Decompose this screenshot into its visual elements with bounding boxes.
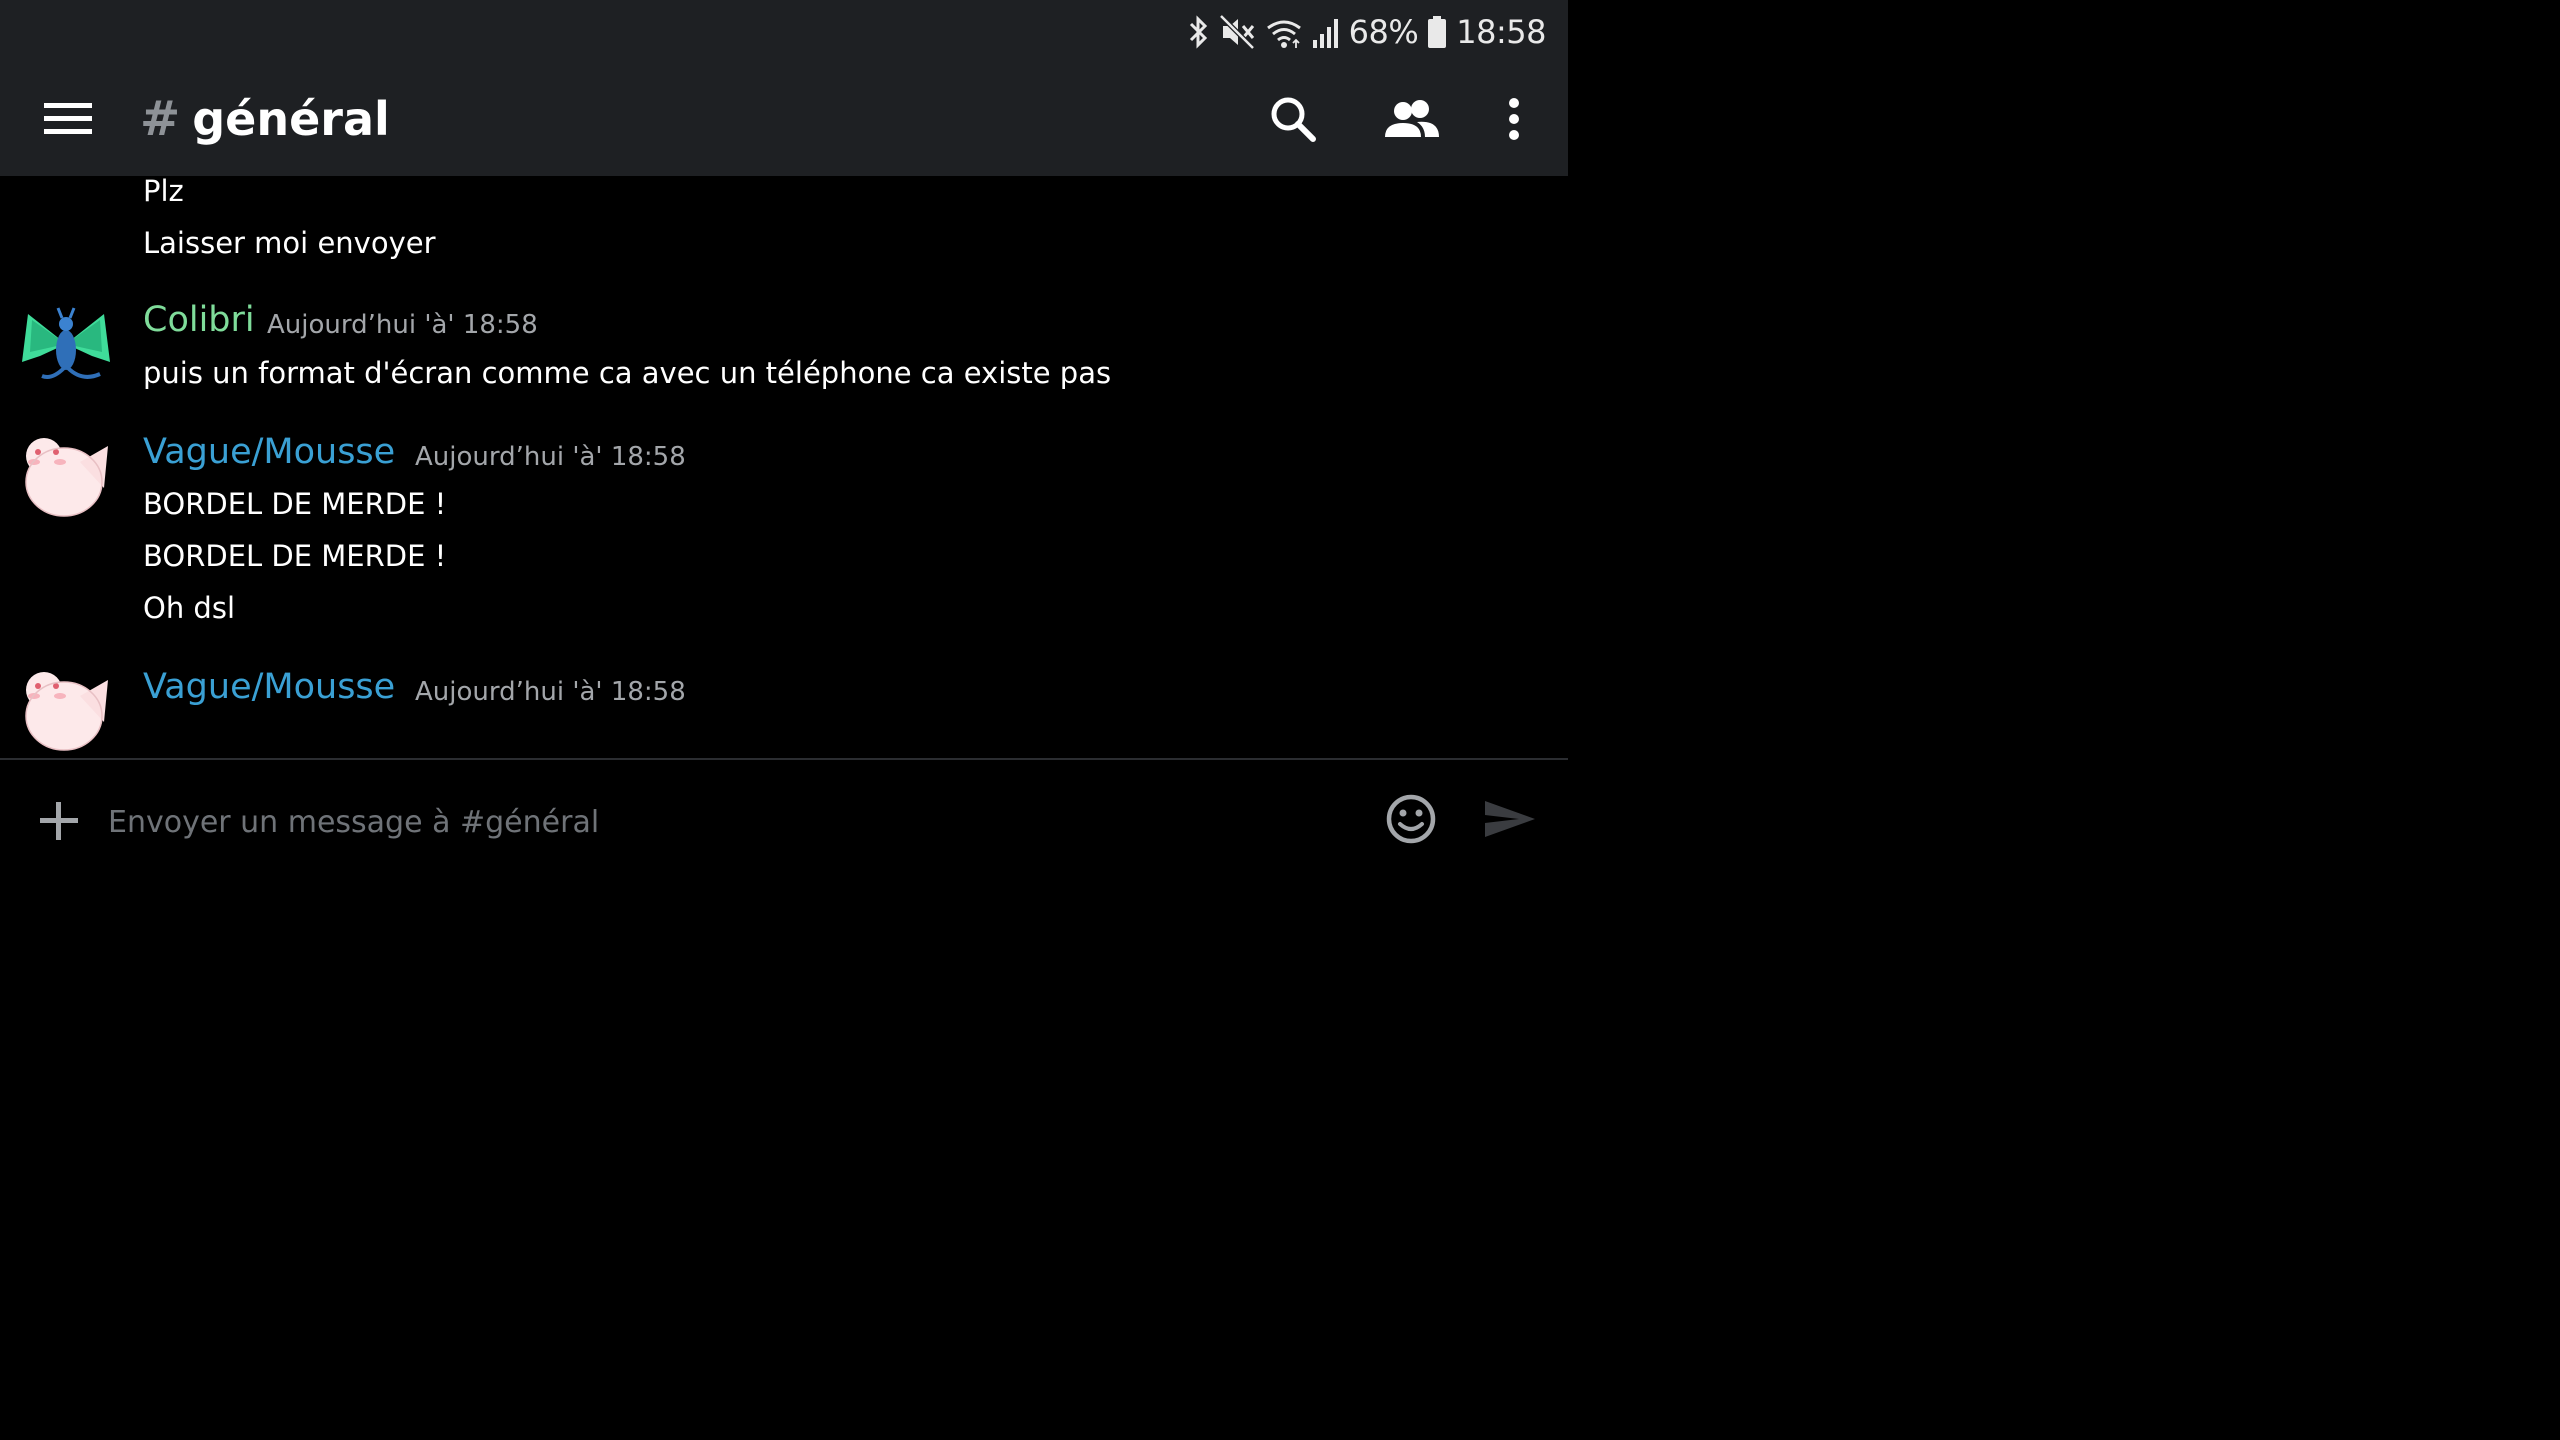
- battery-percent: 68%: [1348, 13, 1419, 51]
- members-button[interactable]: [1380, 92, 1444, 146]
- menu-button[interactable]: [38, 90, 98, 146]
- status-icons: 68% 18:58: [1185, 10, 1546, 54]
- clock: 18:58: [1456, 13, 1546, 51]
- signal-icon: [1311, 14, 1341, 50]
- channel-header[interactable]: # général: [140, 84, 390, 154]
- message-list[interactable]: Plz Laisser moi envoyer Colibri Aujourd’…: [0, 176, 1568, 758]
- send-button[interactable]: [1478, 792, 1540, 846]
- channel-title: général: [192, 92, 390, 146]
- message-timestamp: Aujourd’hui 'à' 18:58: [415, 677, 686, 707]
- message-timestamp: Aujourd’hui 'à' 18:58: [415, 442, 686, 472]
- search-button[interactable]: [1264, 90, 1322, 148]
- mute-icon: [1218, 14, 1257, 50]
- emoji-button[interactable]: [1382, 790, 1440, 848]
- message-line: Plz: [143, 176, 184, 208]
- message-author[interactable]: Vague/Mousse: [143, 432, 395, 472]
- app-bar: # général: [0, 62, 1568, 176]
- status-bar: 68% 18:58: [0, 0, 1568, 62]
- message-line: Laisser moi envoyer: [143, 226, 436, 260]
- emoji-icon: [1386, 794, 1436, 844]
- message-timestamp: Aujourd’hui 'à' 18:58: [267, 310, 538, 340]
- message-composer: [0, 760, 1568, 882]
- message-author[interactable]: Colibri: [143, 300, 255, 340]
- avatar-vague-mousse[interactable]: [20, 662, 112, 754]
- message-line: BORDEL DE MERDE !: [143, 487, 447, 521]
- message-line: Oh dsl: [143, 591, 235, 625]
- menu-icon: [44, 103, 92, 134]
- more-icon: [1509, 98, 1519, 140]
- battery-icon: [1426, 14, 1448, 50]
- message-author[interactable]: Vague/Mousse: [143, 667, 395, 707]
- plus-icon: [40, 802, 78, 840]
- attach-button[interactable]: [36, 798, 82, 844]
- wifi-icon: [1265, 14, 1303, 50]
- send-icon: [1485, 801, 1535, 837]
- more-options-button[interactable]: [1494, 90, 1534, 148]
- channel-hash: #: [140, 91, 181, 147]
- avatar-vague-mousse[interactable]: [20, 428, 112, 520]
- bluetooth-icon: [1185, 14, 1211, 50]
- message-line: BORDEL DE MERDE !: [143, 539, 447, 573]
- message-input[interactable]: [108, 796, 1348, 848]
- avatar-colibri[interactable]: [20, 300, 112, 392]
- message-line: puis un format d'écran comme ca avec un …: [143, 356, 1112, 390]
- search-icon: [1271, 97, 1316, 142]
- members-icon: [1385, 100, 1439, 137]
